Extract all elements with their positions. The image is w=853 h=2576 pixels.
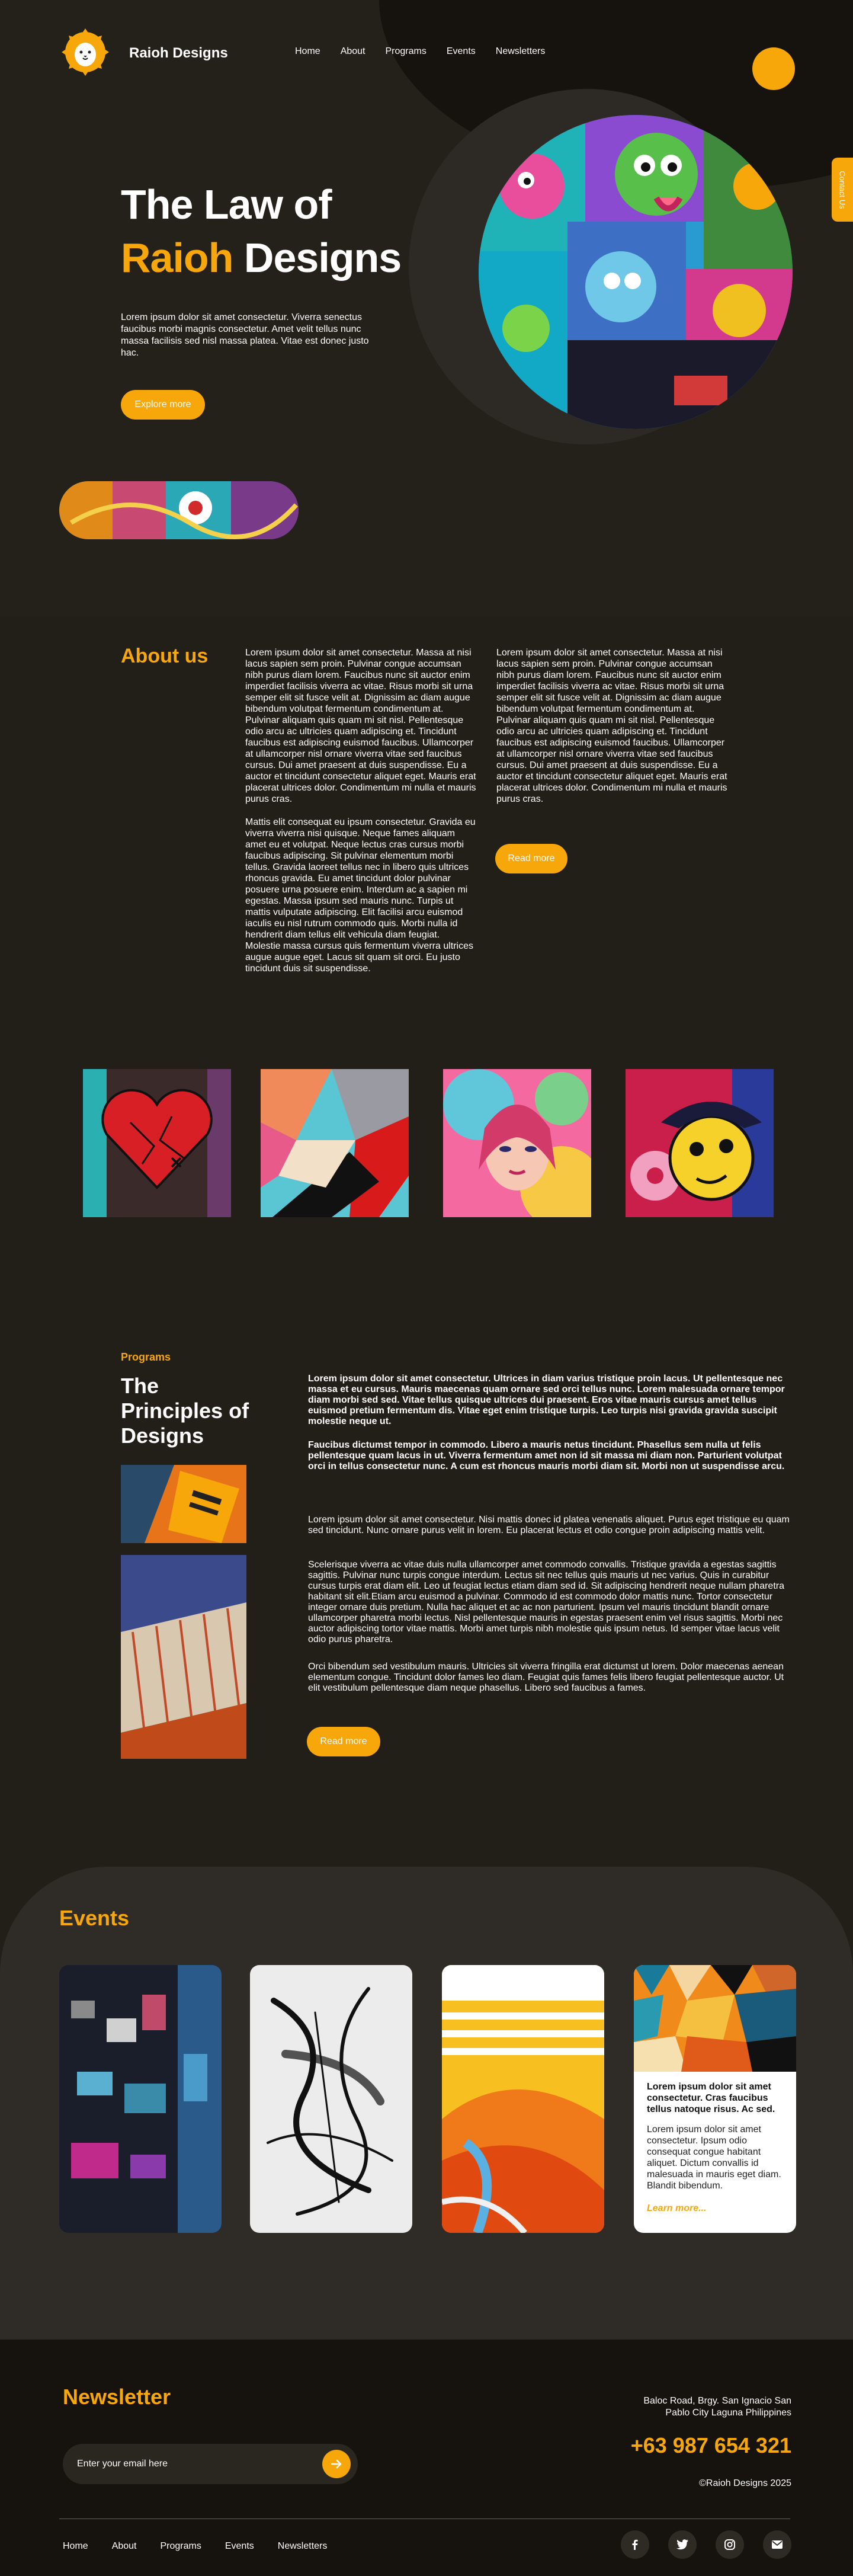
nav-newsletters[interactable]: Newsletters — [496, 46, 546, 57]
contact-us-label: Contact Us — [838, 170, 847, 209]
event-card-text: Lorem ipsum dolor sit amet consectetur. … — [647, 2124, 781, 2191]
programs-bold-paragraph-2: Faucibus dictumst tempor in commodo. Lib… — [308, 1440, 785, 1471]
lion-logo-icon[interactable] — [59, 26, 111, 78]
gallery-portrait-art — [443, 1069, 591, 1217]
copyright: ©Raioh Designs 2025 — [699, 2478, 791, 2488]
programs-read-more-button[interactable]: Read more — [307, 1727, 380, 1756]
phone-number: +63 987 654 321 — [630, 2433, 791, 2457]
programs-paragraph-3: Lorem ipsum dolor sit amet consectetur. … — [308, 1515, 790, 1535]
learn-more-link[interactable]: Learn more... — [647, 2203, 706, 2214]
hero-description: Lorem ipsum dolor sit amet consectetur. … — [121, 312, 369, 358]
newsletter-email-input[interactable] — [77, 2457, 302, 2471]
arrow-right-icon — [331, 2459, 342, 2469]
nav-programs[interactable]: Programs — [386, 46, 426, 57]
facebook-icon[interactable] — [621, 2530, 649, 2559]
programs-tag: Programs — [121, 1351, 171, 1363]
explore-more-button[interactable]: Explore more — [121, 390, 205, 420]
brand-name[interactable]: Raioh Designs — [129, 45, 228, 62]
page: Raioh Designs Home About Programs Events… — [0, 0, 853, 2576]
about-paragraph-3: Lorem ipsum dolor sit amet consectetur. … — [496, 648, 727, 804]
gallery-heart-art — [83, 1069, 231, 1217]
address: Baloc Road, Brgy. San Ignacio San Pablo … — [643, 2395, 791, 2419]
about-heading: About us — [121, 645, 209, 667]
gallery-abstract-art — [261, 1069, 409, 1217]
main-nav: Home About Programs Events Newsletters — [295, 46, 545, 57]
newsletter-submit-button[interactable] — [322, 2450, 351, 2478]
footer-nav-home[interactable]: Home — [63, 2541, 88, 2552]
footer-nav-programs[interactable]: Programs — [161, 2541, 201, 2552]
graffiti-strip-image — [59, 481, 299, 539]
contact-us-tab[interactable]: Contact Us — [832, 158, 853, 222]
footer-nav-about[interactable]: About — [112, 2541, 137, 2552]
newsletter-heading: Newsletter — [63, 2385, 171, 2409]
about-paragraph-2: Mattis elit consequat eu ipsum consectet… — [245, 817, 476, 974]
mail-icon[interactable] — [763, 2530, 791, 2559]
about-paragraph-1: Lorem ipsum dolor sit amet consectetur. … — [245, 648, 476, 804]
event-card-4[interactable]: Lorem ipsum dolor sit amet consectetur. … — [634, 1965, 796, 2233]
event-card-1[interactable] — [59, 1965, 222, 2233]
newsletter-form — [63, 2444, 358, 2484]
hero-title: The Law of Raioh Designs — [121, 178, 402, 284]
programs-paragraph-4: Scelerisque viverra ac vitae duis nulla … — [308, 1560, 784, 1644]
instagram-icon[interactable] — [716, 2530, 744, 2559]
profile-button[interactable] — [752, 47, 795, 90]
programs-heading: The Principles of Designs — [121, 1374, 249, 1448]
nav-about[interactable]: About — [341, 46, 365, 57]
event-card-2[interactable] — [250, 1965, 412, 2233]
programs-books-image — [121, 1465, 246, 1543]
programs-bold-paragraph-1: Lorem ipsum dolor sit amet consectetur. … — [308, 1374, 785, 1426]
footer-nav-events[interactable]: Events — [225, 2541, 254, 2552]
event-card-title: Lorem ipsum dolor sit amet consectetur. … — [647, 2082, 775, 2114]
hero-title-accent: Raioh — [121, 235, 233, 281]
hero-graffiti-image — [479, 115, 793, 429]
about-read-more-button[interactable]: Read more — [495, 844, 567, 873]
footer-nav-newsletters[interactable]: Newsletters — [278, 2541, 328, 2552]
hero-title-line1: The Law of — [121, 181, 332, 228]
twitter-icon[interactable] — [668, 2530, 697, 2559]
gallery-cartoon-art — [626, 1069, 774, 1217]
events-heading: Events — [59, 1906, 130, 1930]
about-column-1: Lorem ipsum dolor sit amet consectetur. … — [245, 647, 477, 974]
address-line-1: Baloc Road, Brgy. San Ignacio San — [643, 2396, 791, 2406]
programs-stripes-image — [121, 1555, 246, 1759]
nav-events[interactable]: Events — [447, 46, 476, 57]
nav-home[interactable]: Home — [295, 46, 320, 57]
hero-title-rest: Designs — [243, 235, 402, 281]
programs-paragraph-5: Orci bibendum sed vestibulum mauris. Ult… — [308, 1662, 784, 1693]
footer-nav: Home About Programs Events Newsletters — [63, 2541, 327, 2552]
event-card-3[interactable] — [442, 1965, 604, 2233]
address-line-2: Pablo City Laguna Philippines — [665, 2408, 791, 2418]
about-column-2: Lorem ipsum dolor sit amet consectetur. … — [496, 647, 729, 805]
